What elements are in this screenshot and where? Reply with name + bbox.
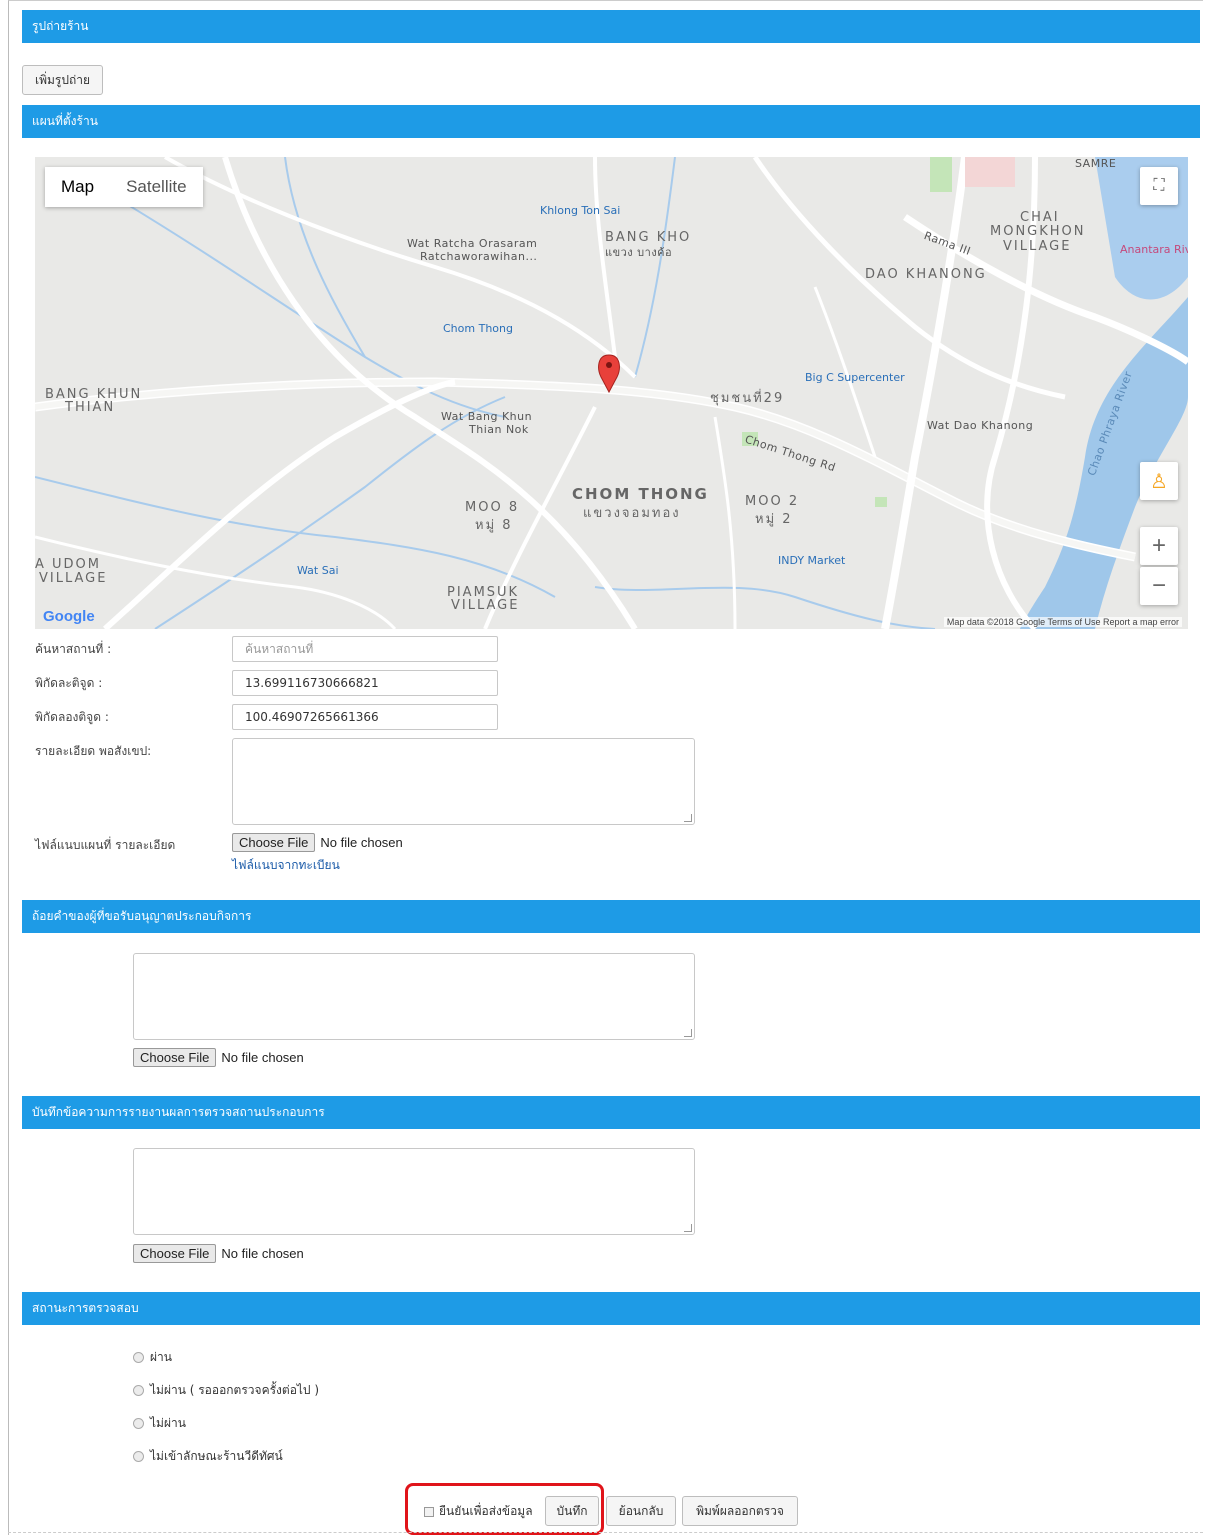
longitude-input[interactable]: 100.46907265661366 xyxy=(232,704,498,730)
map-type-satellite-button[interactable]: Satellite xyxy=(110,167,202,207)
map-label-samre: SAMRE xyxy=(1075,157,1117,170)
map-poi-khlong-ton-sai: Khlong Ton Sai xyxy=(540,204,621,217)
map-poi-chom-thong: Chom Thong xyxy=(443,322,513,335)
attach-map-file-input[interactable]: Choose File No file chosen xyxy=(232,833,403,852)
map-label-bang-kho-th: แขวง บางค้อ xyxy=(605,246,673,259)
highlight-box xyxy=(405,1483,604,1535)
status-option-fail-wait[interactable]: ไม่ผ่าน ( รอออกตรวจครั้งต่อไป ) xyxy=(133,1381,319,1400)
map-label-piamsuk-village: VILLAGE xyxy=(451,598,520,613)
google-logo: Google xyxy=(43,608,95,625)
map-poi-thian-nok: Thian Nok xyxy=(469,423,529,436)
no-file-chosen-text: No file chosen xyxy=(221,1246,304,1261)
map-poi-anantara: Anantara Riv xyxy=(1120,243,1188,256)
report-textarea[interactable] xyxy=(133,1148,695,1235)
street-view-pegman-icon[interactable]: ♙ xyxy=(1140,462,1178,500)
map-label-chai: CHAI xyxy=(1020,210,1060,225)
map-label-thian: THIAN xyxy=(65,400,116,415)
map-label-moo2-th: หมู่ 2 xyxy=(755,512,793,527)
radio-button[interactable] xyxy=(133,1352,144,1363)
detail-textarea[interactable] xyxy=(232,738,695,825)
map-poi-wat-bang-khun: Wat Bang Khun xyxy=(441,410,533,423)
map-label-chom-thong-th: แขวงจอมทอง xyxy=(583,506,681,521)
search-label: ค้นหาสถานที่ : xyxy=(35,642,112,656)
map-label-udom: A UDOM xyxy=(35,557,101,572)
map-view[interactable]: Map Satellite SAMRE Khlong Ton Sai BANG … xyxy=(35,157,1188,629)
zoom-in-button[interactable]: + xyxy=(1140,527,1178,565)
attach-from-registry-link[interactable]: ไฟล์แนบจากทะเบียน xyxy=(232,856,340,875)
radio-button[interactable] xyxy=(133,1451,144,1462)
map-poi-wat-ratcha: Wat Ratcha Orasaram xyxy=(407,237,538,250)
section-header-status: สถานะการตรวจสอบ xyxy=(22,1292,1200,1325)
status-option-label: ไม่ผ่าน xyxy=(150,1416,186,1430)
bottom-divider xyxy=(8,1532,1203,1533)
map-poi-indy: INDY Market xyxy=(778,554,846,567)
report-file-input[interactable]: Choose File No file chosen xyxy=(133,1244,304,1263)
map-type-control[interactable]: Map Satellite xyxy=(45,167,203,207)
map-label-dao-khanong: DAO KHANONG xyxy=(865,267,987,282)
status-option-pass[interactable]: ผ่าน xyxy=(133,1348,172,1367)
print-result-button[interactable]: พิมพ์ผลออกตรวจ xyxy=(682,1496,798,1526)
longitude-label: พิกัดลองติจูด : xyxy=(35,710,109,724)
radio-button[interactable] xyxy=(133,1385,144,1396)
attach-map-label: ไฟล์แนบแผนที่ รายละเอียด xyxy=(35,838,176,852)
section-header-photos: รูปถ่ายร้าน xyxy=(22,10,1200,43)
search-input[interactable]: ค้นหาสถานที่ xyxy=(232,636,498,662)
radio-button[interactable] xyxy=(133,1418,144,1429)
section-header-report: บันทึกข้อความการรายงานผลการตรวจสถานประกอ… xyxy=(22,1096,1200,1129)
map-label-udom-village: VILLAGE xyxy=(39,571,108,586)
map-label-moo8: MOO 8 xyxy=(465,500,520,515)
status-option-label: ผ่าน xyxy=(150,1350,172,1364)
status-option-fail[interactable]: ไม่ผ่าน xyxy=(133,1414,186,1433)
status-option-label: ไม่เข้าลักษณะร้านวีดีทัศน์ xyxy=(150,1449,283,1463)
status-option-not-applicable[interactable]: ไม่เข้าลักษณะร้านวีดีทัศน์ xyxy=(133,1447,283,1466)
choose-file-button[interactable]: Choose File xyxy=(133,1244,217,1263)
detail-label: รายละเอียด พอสังเขป: xyxy=(35,744,152,758)
map-poi-wat-dao: Wat Dao Khanong xyxy=(927,419,1034,432)
map-label-moo8-th: หมู่ 8 xyxy=(475,518,513,533)
add-photo-button[interactable]: เพิ่มรูปถ่าย xyxy=(22,65,103,95)
latitude-input[interactable]: 13.699116730666821 xyxy=(232,670,498,696)
map-poi-wat-sai: Wat Sai xyxy=(297,564,339,577)
statement-file-input[interactable]: Choose File No file chosen xyxy=(133,1048,304,1067)
fullscreen-icon[interactable]: ⛶ xyxy=(1140,167,1178,205)
section-header-map: แผนที่ตั้งร้าน xyxy=(22,105,1200,138)
map-label-village: VILLAGE xyxy=(1003,239,1072,254)
map-label-chumchon: ชุมชนที่29 xyxy=(710,391,785,406)
map-label-mongkhon: MONGKHON xyxy=(990,224,1086,239)
back-button[interactable]: ย้อนกลับ xyxy=(606,1496,676,1526)
zoom-out-button[interactable]: − xyxy=(1140,567,1178,605)
map-poi-wat-ratcha-2: Ratchaworawihan... xyxy=(420,250,538,263)
map-label-chom-thong: CHOM THONG xyxy=(572,485,709,503)
section-header-statement: ถ้อยคำของผู้ที่ขอรับอนุญาตประกอบกิจการ xyxy=(22,900,1200,933)
map-label-moo2: MOO 2 xyxy=(745,494,800,509)
statement-textarea[interactable] xyxy=(133,953,695,1040)
latitude-label: พิกัดละติจูด : xyxy=(35,676,103,690)
map-poi-big-c: Big C Supercenter xyxy=(805,371,905,384)
choose-file-button[interactable]: Choose File xyxy=(232,833,316,852)
map-attribution[interactable]: Map data ©2018 Google Terms of Use Repor… xyxy=(943,617,1182,627)
choose-file-button[interactable]: Choose File xyxy=(133,1048,217,1067)
no-file-chosen-text: No file chosen xyxy=(320,835,403,850)
status-option-label: ไม่ผ่าน ( รอออกตรวจครั้งต่อไป ) xyxy=(150,1383,320,1397)
no-file-chosen-text: No file chosen xyxy=(221,1050,304,1065)
map-type-map-button[interactable]: Map xyxy=(45,167,110,207)
